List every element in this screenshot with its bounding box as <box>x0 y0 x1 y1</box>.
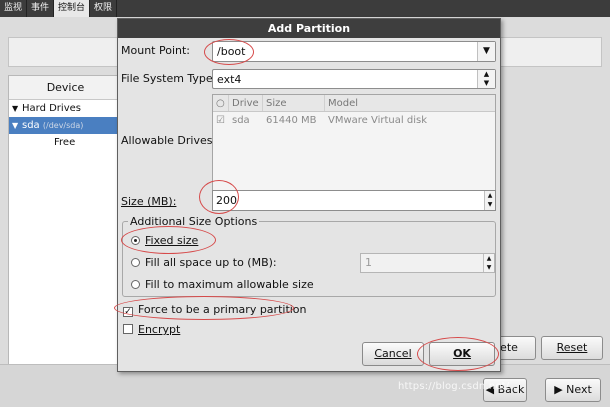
fill-up-spinner-icon[interactable]: ▲ ▼ <box>483 254 494 272</box>
chevron-down-icon[interactable]: ▼ <box>477 42 495 61</box>
drive-row[interactable]: ☑ sda 61440 MB VMware Virtual disk <box>213 112 495 129</box>
allowable-drives-label: Allowable Drives: <box>121 134 217 147</box>
force-primary-label: Force to be a primary partition <box>138 303 307 316</box>
dialog-title: Add Partition <box>118 19 500 38</box>
next-label: Next <box>566 383 592 396</box>
tree-row-sda[interactable]: ▼ sda (/dev/sda) <box>9 117 122 134</box>
reset-button[interactable]: Reset <box>541 336 603 360</box>
mount-point-combo[interactable]: /boot ▼ <box>212 41 496 62</box>
fs-type-combo[interactable]: ext4 ▲ ▼ <box>212 69 496 89</box>
encrypt-label: Encrypt <box>138 323 181 336</box>
model-column-header[interactable]: Model <box>325 95 495 111</box>
drive-name: sda <box>232 115 250 126</box>
force-primary-checkbox[interactable]: ✓ Force to be a primary partition <box>123 303 307 317</box>
size-value[interactable]: 200 <box>216 194 237 207</box>
mount-point-label: Mount Point: <box>121 44 190 57</box>
fill-up-radio[interactable]: Fill all space up to (MB): <box>131 256 277 269</box>
ok-button[interactable]: OK <box>429 342 495 366</box>
cancel-label: Cancel <box>374 347 412 360</box>
tree-label: sda <box>22 120 40 131</box>
top-tab-bar: 监视 事件 控制台 权限 <box>0 0 610 17</box>
drives-header: ○ Drive Size Model <box>213 95 495 112</box>
tab-permissions[interactable]: 权限 <box>90 0 118 17</box>
tab-events[interactable]: 事件 <box>27 0 55 17</box>
reset-label: Reset <box>556 341 588 354</box>
cancel-button[interactable]: Cancel <box>362 342 424 366</box>
fill-up-value: 1 <box>365 256 372 269</box>
ok-label: OK <box>453 347 471 360</box>
updown-chevron-icon[interactable]: ▲ ▼ <box>477 70 495 88</box>
fill-max-label: Fill to maximum allowable size <box>145 278 314 291</box>
device-tree[interactable]: Device ▼ Hard Drives ▼ sda (/dev/sda) Free <box>8 75 123 375</box>
tree-row-free[interactable]: Free <box>9 134 122 151</box>
expander-down-icon[interactable]: ▼ <box>12 117 22 134</box>
encrypt-checkbox[interactable]: Encrypt <box>123 323 180 336</box>
fixed-size-radio[interactable]: Fixed size <box>131 234 198 247</box>
fixed-size-label: Fixed size <box>145 234 199 247</box>
watermark: https://blog.csdn.net/... <box>398 381 520 392</box>
next-button[interactable]: ▶ Next <box>545 378 601 402</box>
size-column-header[interactable]: Size <box>263 95 325 111</box>
size-spinner-icon[interactable]: ▲ ▼ <box>484 191 495 210</box>
size-input[interactable]: 200 ▲ ▼ <box>212 190 496 211</box>
tree-label: Free <box>54 137 76 148</box>
tab-console[interactable]: 控制台 <box>54 0 91 17</box>
tab-monitor[interactable]: 监视 <box>0 0 28 17</box>
tree-label: Hard Drives <box>22 103 81 114</box>
size-label: Size (MB): <box>121 195 176 208</box>
next-arrow-icon: ▶ <box>554 383 567 396</box>
size-label-text: Size (MB): <box>121 195 177 208</box>
expander-down-icon[interactable]: ▼ <box>12 100 22 117</box>
add-partition-dialog: Add Partition Mount Point: /boot ▼ File … <box>117 18 501 372</box>
mount-point-value[interactable]: /boot <box>217 45 245 58</box>
drive-checkbox[interactable]: ☑ <box>213 112 229 129</box>
additional-size-title: Additional Size Options <box>128 215 260 228</box>
fill-up-spinbox[interactable]: 1 ▲ ▼ <box>360 253 495 273</box>
select-all-checkbox[interactable]: ○ <box>213 95 229 111</box>
device-column-header[interactable]: Device <box>9 76 122 100</box>
drive-column-header[interactable]: Drive <box>229 95 263 111</box>
tree-row-hard-drives[interactable]: ▼ Hard Drives <box>9 100 122 117</box>
fs-type-label: File System Type: <box>121 72 217 85</box>
checkmark-icon[interactable]: ✓ <box>123 307 133 317</box>
fs-type-value: ext4 <box>217 73 242 86</box>
radio-icon[interactable] <box>131 258 140 267</box>
empty-checkbox-icon[interactable] <box>123 324 133 334</box>
tree-sublabel: (/dev/sda) <box>42 121 84 130</box>
radio-icon[interactable] <box>131 280 140 289</box>
radio-selected-icon[interactable] <box>131 236 140 245</box>
fill-max-radio[interactable]: Fill to maximum allowable size <box>131 278 314 291</box>
fill-up-label: Fill all space up to (MB): <box>145 256 277 269</box>
drive-size: 61440 MB <box>266 115 317 126</box>
drive-model: VMware Virtual disk <box>328 115 427 126</box>
additional-size-options: Additional Size Options Fixed size Fill … <box>122 215 496 297</box>
allowable-drives-list[interactable]: ○ Drive Size Model ☑ sda 61440 MB VMware… <box>212 94 496 200</box>
